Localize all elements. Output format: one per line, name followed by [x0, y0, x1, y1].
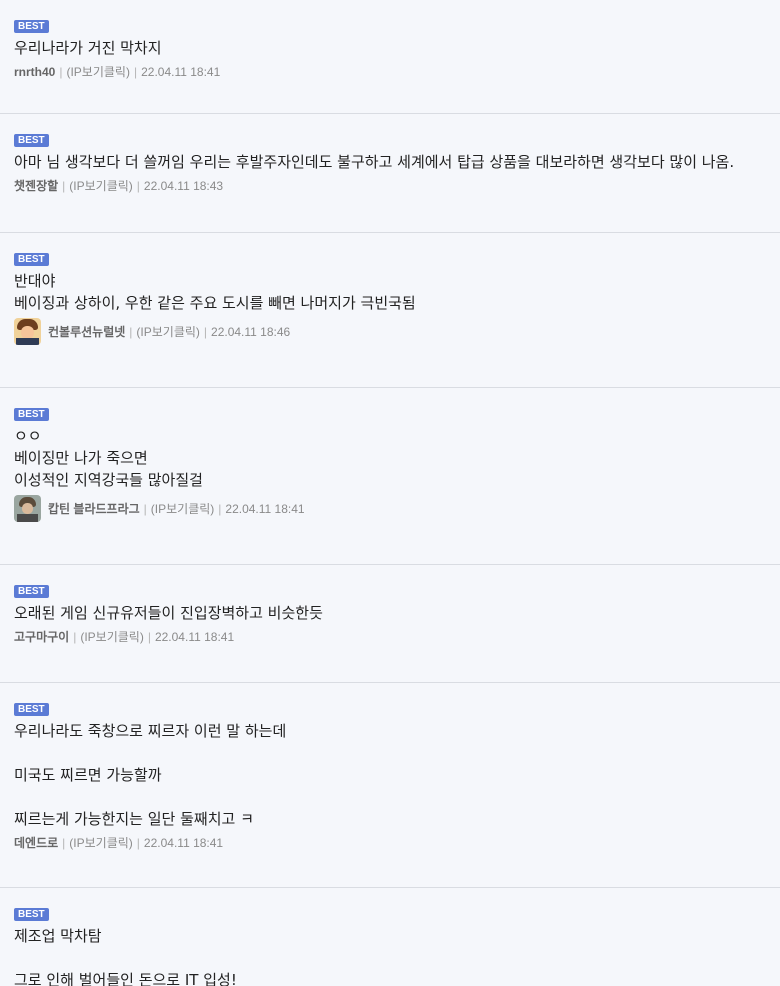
separator: |	[73, 629, 77, 644]
separator: |	[136, 178, 140, 193]
comment-line	[14, 947, 766, 969]
anime-character-avatar-icon[interactable]	[14, 318, 41, 345]
comment-item: BEST 우리나라가 거진 막차지 rnrth40 | (IP보기클릭) | 2…	[0, 0, 780, 114]
comment-line: 베이징과 상하이, 우한 같은 주요 도시를 빼면 나머지가 극빈국됨	[14, 294, 416, 312]
comment-line: 그로 인해 벌어들인 돈으로 IT 입성!	[14, 971, 237, 986]
comment-list: BEST 우리나라가 거진 막차지 rnrth40 | (IP보기클릭) | 2…	[0, 0, 780, 986]
separator: |	[133, 64, 138, 79]
comment-line: 반대야	[14, 272, 56, 290]
comment-meta: 챗젠장할 | (IP보기클릭) | 22.04.11 18:43	[14, 177, 766, 194]
separator: |	[218, 501, 222, 516]
comment-line: 아마 님 생각보다 더 쓸꺼임 우리는 후발주자인데도 불구하고 세계에서 탑급…	[14, 153, 735, 171]
comment-meta: 데엔드로 | (IP보기클릭) | 22.04.11 18:41	[14, 834, 766, 851]
comment-item: BEST ㅇㅇ 베이징만 나가 죽으면 이성적인 지역강국들 많아질걸 캅틴 블…	[0, 388, 780, 565]
comment-line	[14, 742, 766, 764]
author-nick[interactable]: 컨볼루션뉴럴넷	[48, 323, 125, 340]
best-badge: BEST	[14, 908, 49, 921]
author-nick[interactable]: 데엔드로	[14, 834, 58, 851]
comment-meta: 컨볼루션뉴럴넷 | (IP보기클릭) | 22.04.11 18:46	[14, 318, 766, 345]
avatar-shirt	[16, 338, 39, 345]
comment-item: BEST 제조업 막차탐 그로 인해 벌어들인 돈으로 IT 입성!	[0, 888, 780, 986]
best-badge: BEST	[14, 253, 49, 266]
author-nick[interactable]: rnrth40	[14, 65, 55, 79]
comment-body: 우리나라가 거진 막차지	[14, 37, 766, 59]
separator: |	[203, 324, 208, 339]
comment-item: BEST 반대야 베이징과 상하이, 우한 같은 주요 도시를 빼면 나머지가 …	[0, 233, 780, 388]
comment-item: BEST 오래된 게임 신규유저들이 진입장벽하고 비슷한듯 고구마구이 | (…	[0, 565, 780, 683]
comment-line: 우리나라도 죽창으로 찌르자 이런 말 하는데	[14, 722, 287, 740]
author-nick[interactable]: 챗젠장할	[14, 177, 58, 194]
ip-reveal-link[interactable]: (IP보기클릭)	[80, 628, 144, 645]
comment-datetime: 22.04.11 18:43	[143, 178, 224, 193]
separator: |	[62, 178, 66, 193]
comment-item: BEST 우리나라도 죽창으로 찌르자 이런 말 하는데 미국도 찌르면 가능할…	[0, 683, 780, 888]
comment-line: 제조업 막차탐	[14, 927, 102, 945]
comment-body: 반대야 베이징과 상하이, 우한 같은 주요 도시를 빼면 나머지가 극빈국됨	[14, 270, 766, 314]
comment-line: 미국도 찌르면 가능할까	[14, 766, 162, 784]
best-badge: BEST	[14, 408, 49, 421]
comment-line: 우리나라가 거진 막차지	[14, 39, 162, 57]
comment-datetime: 22.04.11 18:46	[211, 324, 291, 339]
best-badge: BEST	[14, 20, 49, 33]
separator: |	[136, 835, 140, 850]
comment-line: 이성적인 지역강국들 많아질걸	[14, 471, 203, 489]
comment-meta: 고구마구이 | (IP보기클릭) | 22.04.11 18:41	[14, 628, 766, 645]
best-badge: BEST	[14, 585, 49, 598]
comment-line: 베이징만 나가 죽으면	[14, 449, 148, 467]
separator: |	[62, 835, 66, 850]
comment-body: 제조업 막차탐 그로 인해 벌어들인 돈으로 IT 입성!	[14, 925, 766, 986]
character-portrait-avatar-icon[interactable]	[14, 495, 41, 522]
ip-reveal-link[interactable]: (IP보기클릭)	[66, 63, 130, 80]
author-nick[interactable]: 캅틴 블라드프라그	[48, 500, 140, 517]
comment-datetime: 22.04.11 18:41	[141, 64, 221, 79]
comment-meta: rnrth40 | (IP보기클릭) | 22.04.11 18:41	[14, 63, 766, 80]
ip-reveal-link[interactable]: (IP보기클릭)	[69, 177, 133, 194]
author-nick[interactable]: 고구마구이	[14, 628, 69, 645]
comment-line: ㅇㅇ	[14, 427, 42, 445]
avatar-shirt	[17, 514, 38, 522]
comment-body: 아마 님 생각보다 더 쓸꺼임 우리는 후발주자인데도 불구하고 세계에서 탑급…	[14, 151, 766, 173]
comment-meta: 캅틴 블라드프라그 | (IP보기클릭) | 22.04.11 18:41	[14, 495, 766, 522]
comment-datetime: 22.04.11 18:41	[225, 501, 305, 516]
best-badge: BEST	[14, 134, 49, 147]
comment-body: ㅇㅇ 베이징만 나가 죽으면 이성적인 지역강국들 많아질걸	[14, 425, 766, 491]
comment-datetime: 22.04.11 18:41	[143, 835, 224, 850]
ip-reveal-link[interactable]: (IP보기클릭)	[136, 323, 200, 340]
avatar-face	[22, 503, 33, 514]
best-badge: BEST	[14, 703, 49, 716]
comment-item: BEST 아마 님 생각보다 더 쓸꺼임 우리는 후발주자인데도 불구하고 세계…	[0, 114, 780, 233]
comment-body: 우리나라도 죽창으로 찌르자 이런 말 하는데 미국도 찌르면 가능할까 찌르는…	[14, 720, 766, 830]
comment-body: 오래된 게임 신규유저들이 진입장벽하고 비슷한듯	[14, 602, 766, 624]
comment-datetime: 22.04.11 18:41	[154, 629, 235, 644]
separator: |	[129, 324, 133, 339]
separator: |	[147, 629, 151, 644]
comment-line: 오래된 게임 신규유저들이 진입장벽하고 비슷한듯	[14, 604, 323, 622]
ip-reveal-link[interactable]: (IP보기클릭)	[151, 500, 215, 517]
separator: |	[143, 501, 147, 516]
separator: |	[59, 64, 63, 79]
comment-line	[14, 786, 766, 808]
comment-line: 찌르는게 가능한지는 일단 둘째치고 ㅋ	[14, 810, 254, 828]
ip-reveal-link[interactable]: (IP보기클릭)	[69, 834, 133, 851]
